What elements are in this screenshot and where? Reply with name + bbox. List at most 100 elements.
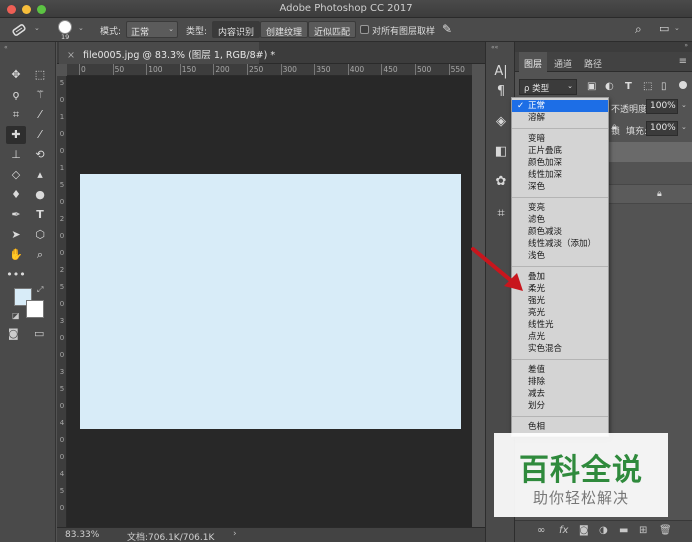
blur-tool-icon[interactable]: ♦	[6, 186, 26, 204]
workspace-chevron-icon[interactable]: ⌄	[674, 24, 680, 32]
shape-tool-icon[interactable]: ⬡	[30, 226, 50, 244]
eyedropper-tool-icon[interactable]: ⁄	[30, 106, 50, 124]
tab-layers[interactable]: 图层	[519, 52, 548, 72]
blend-mode-option[interactable]: 线性减淡（添加）	[512, 238, 608, 250]
fill-chevron-icon[interactable]: ⌄	[681, 123, 687, 131]
background-color-swatch[interactable]	[26, 300, 44, 318]
collapse-panel-icon[interactable]: »	[684, 42, 688, 49]
tool-preset-chevron-icon[interactable]: ⌄	[34, 24, 40, 32]
mode-select[interactable]: 正常 ⌄	[126, 21, 178, 38]
crop-tool-icon[interactable]: ⌗	[6, 106, 26, 124]
blend-mode-option[interactable]: 滤色	[512, 214, 608, 226]
blend-mode-option[interactable]: 实色混合	[512, 343, 608, 355]
document-canvas[interactable]	[80, 174, 461, 429]
blend-mode-option[interactable]: 色相	[512, 421, 608, 433]
blend-mode-option[interactable]: 排除	[512, 376, 608, 388]
pressure-icon[interactable]: ✎	[442, 22, 452, 36]
path-selection-tool-icon[interactable]: ➤	[6, 226, 26, 244]
move-tool-icon[interactable]: ✥	[6, 66, 26, 84]
dodge-tool-icon[interactable]: ●	[30, 186, 50, 204]
tab-paths[interactable]: 路径	[579, 52, 607, 72]
document-tab[interactable]: × file0005.jpg @ 83.3% (图层 1, RGB/8#) *	[59, 42, 275, 64]
filter-smart-object-icon[interactable]: ▯	[661, 81, 667, 92]
character-panel-icon[interactable]: A|	[493, 64, 509, 80]
link-layers-icon[interactable]: ∞	[537, 525, 545, 536]
paragraph-panel-icon[interactable]: ¶	[493, 84, 509, 100]
collapse-dock-icon[interactable]: ««	[491, 44, 498, 51]
spot-healing-brush-icon[interactable]	[10, 22, 32, 38]
gradient-tool-icon[interactable]: ▴	[30, 166, 50, 184]
crop-panel-icon[interactable]: ⌗	[493, 206, 509, 222]
blend-mode-option[interactable]: 叠加	[512, 271, 608, 283]
blend-mode-option[interactable]: 正片叠底	[512, 145, 608, 157]
blend-mode-option[interactable]: 线性光	[512, 319, 608, 331]
blend-mode-option[interactable]: 颜色加深	[512, 157, 608, 169]
filter-shape-icon[interactable]: ⬚	[643, 81, 652, 92]
blend-mode-option[interactable]: 溶解	[512, 112, 608, 124]
blend-mode-option[interactable]: 颜色减淡	[512, 226, 608, 238]
blend-mode-option[interactable]: 划分	[512, 400, 608, 412]
healing-brush-tool-icon[interactable]: ✚	[6, 126, 26, 144]
opacity-input[interactable]: 100%	[646, 99, 678, 114]
add-mask-icon[interactable]: ◙	[579, 525, 589, 536]
tab-channels[interactable]: 通道	[549, 52, 577, 72]
type-tool-icon[interactable]: T	[30, 206, 50, 224]
blend-mode-option[interactable]: 变暗	[512, 133, 608, 145]
lasso-tool-icon[interactable]: ϙ	[6, 86, 26, 104]
marquee-tool-icon[interactable]: ⬚	[30, 66, 50, 84]
quick-mask-icon[interactable]: ◙	[8, 327, 19, 340]
layer-filter-select[interactable]: ρ 类型 ⌄	[519, 79, 577, 95]
zoom-tool-icon[interactable]: ⌕	[30, 246, 50, 264]
adjustment-layer-icon[interactable]: ◑	[599, 525, 608, 536]
search-icon[interactable]: ⌕	[635, 22, 642, 37]
panel-menu-icon[interactable]: ≡	[679, 56, 687, 67]
delete-layer-icon[interactable]: 🗑︎	[659, 525, 672, 536]
lock-all-icon[interactable]: 🔒︎	[612, 122, 617, 132]
edit-toolbar-icon[interactable]: •••	[6, 266, 26, 284]
history-brush-tool-icon[interactable]: ⟲	[30, 146, 50, 164]
magic-wand-tool-icon[interactable]: ⚚	[30, 86, 50, 104]
adjustments-panel-icon[interactable]: ◧	[493, 144, 509, 160]
pen-tool-icon[interactable]: ✒	[6, 206, 26, 224]
default-colors-icon[interactable]: ◪	[12, 311, 20, 320]
close-tab-icon[interactable]: ×	[67, 50, 75, 61]
libraries-panel-icon[interactable]: ✿	[493, 174, 509, 190]
filter-toggle-icon[interactable]	[679, 81, 687, 89]
brush-picker-chevron-icon[interactable]: ⌄	[78, 24, 84, 32]
filter-type-icon[interactable]: T	[625, 81, 632, 92]
blend-mode-option[interactable]: 亮光	[512, 307, 608, 319]
brush-preview-icon[interactable]	[58, 20, 72, 34]
blend-mode-option[interactable]: 强光	[512, 295, 608, 307]
collapse-toolbar-icon[interactable]: «	[4, 44, 8, 51]
hand-tool-icon[interactable]: ✋	[6, 246, 26, 264]
vertical-ruler[interactable]: 5 0 1 0 0 1 5 0 2 0 0 2 5 0 3 0 0 3 5 0 4 0 0 4 5 0	[57, 76, 67, 527]
create-texture-button[interactable]: 创建纹理	[260, 21, 309, 38]
blend-mode-option[interactable]: 浅色	[512, 250, 608, 262]
layer-style-icon[interactable]: fx	[559, 525, 568, 536]
layers-panel-icon[interactable]: ◈	[493, 114, 509, 130]
new-layer-icon[interactable]: ⊞	[639, 525, 647, 536]
proximity-match-button[interactable]: 近似匹配	[308, 21, 357, 38]
zoom-level[interactable]: 83.33%	[65, 530, 99, 540]
blend-mode-option[interactable]: ✓ 正常	[512, 100, 608, 112]
opacity-chevron-icon[interactable]: ⌄	[681, 101, 687, 109]
screen-mode-icon[interactable]: ▭	[34, 327, 44, 340]
filter-adjustment-icon[interactable]: ◐	[605, 81, 614, 92]
clone-stamp-tool-icon[interactable]: ⊥	[6, 146, 26, 164]
eraser-tool-icon[interactable]: ◇	[6, 166, 26, 184]
fill-input[interactable]: 100%	[646, 121, 678, 136]
workspace-icon[interactable]: ▭	[659, 22, 669, 35]
new-group-icon[interactable]: ▬	[619, 525, 628, 536]
brush-tool-icon[interactable]: ⁄	[30, 126, 50, 144]
swap-colors-icon[interactable]: ⤢	[37, 285, 43, 295]
status-menu-chevron-icon[interactable]: ›	[233, 529, 237, 539]
blend-mode-option[interactable]: 点光	[512, 331, 608, 343]
blend-mode-option[interactable]: 线性加深	[512, 169, 608, 181]
blend-mode-option[interactable]: 变亮	[512, 202, 608, 214]
blend-mode-option[interactable]: 减去	[512, 388, 608, 400]
horizontal-ruler[interactable]: 050100150200250300350400450500550600	[67, 64, 472, 76]
sample-all-layers-checkbox[interactable]	[360, 25, 369, 34]
content-aware-button[interactable]: 内容识别	[212, 21, 261, 38]
blend-mode-option[interactable]: 差值	[512, 364, 608, 376]
blend-mode-option[interactable]: 柔光	[512, 283, 608, 295]
